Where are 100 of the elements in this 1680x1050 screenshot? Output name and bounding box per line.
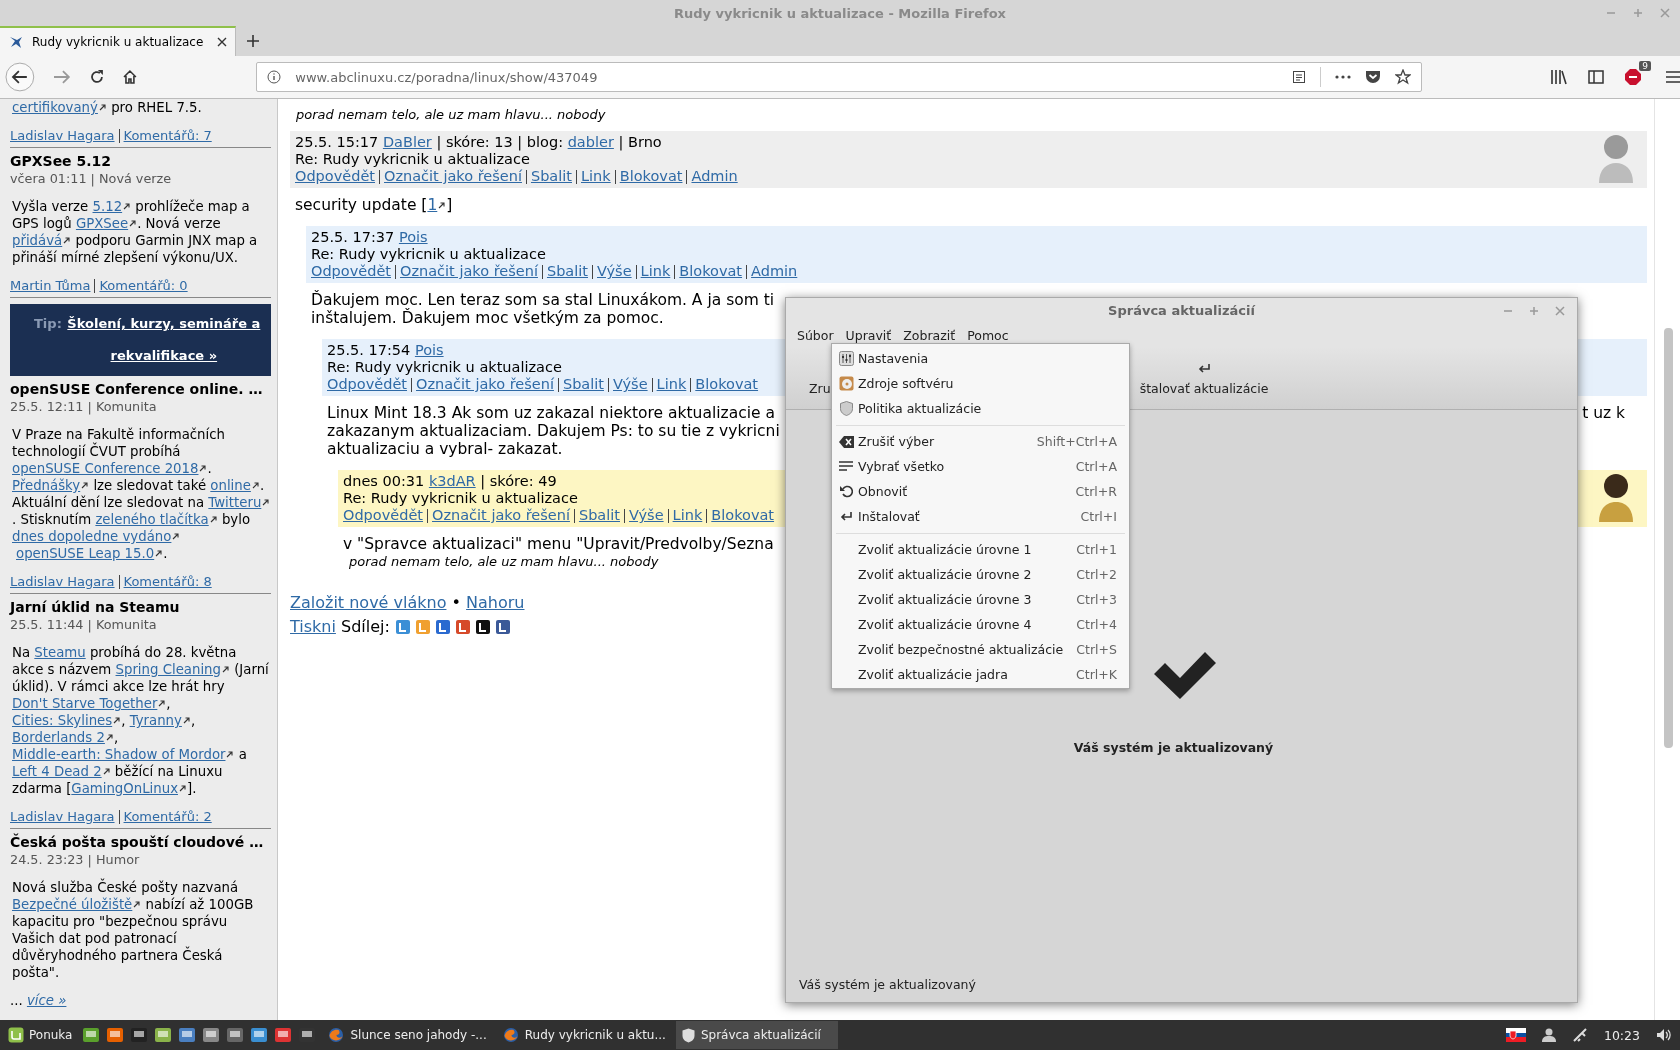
link[interactable]: Cities: Skylines: [12, 713, 113, 728]
user-icon[interactable]: [1541, 1028, 1556, 1042]
menu-item[interactable]: Zdroje softvéru: [835, 376, 954, 391]
link[interactable]: GamingOnLinux: [71, 781, 178, 796]
action-link[interactable]: Link: [672, 507, 703, 524]
app-icon[interactable]: [178, 1026, 197, 1044]
app-icon[interactable]: [250, 1026, 269, 1044]
action-link[interactable]: Link: [581, 168, 611, 185]
action-link[interactable]: Odpovědět: [343, 507, 423, 524]
action-link[interactable]: Označit jako řešení: [432, 507, 570, 524]
more-link[interactable]: více »: [26, 993, 67, 1008]
comments-link[interactable]: Komentářů: 2: [123, 808, 212, 825]
menu-item[interactable]: Zvoliť aktualizácie jadra: [835, 667, 1008, 682]
action-link[interactable]: Link: [640, 263, 671, 280]
author-link[interactable]: Martin Tůma: [10, 277, 91, 294]
info-icon[interactable]: [267, 70, 282, 84]
volume-icon[interactable]: [1656, 1028, 1672, 1042]
link[interactable]: Nahoru: [466, 591, 525, 615]
menu-item[interactable]: Inštalovať: [835, 509, 920, 524]
user-link[interactable]: Pois: [414, 342, 444, 358]
user-link[interactable]: DaBler: [382, 134, 432, 150]
new-tab-icon[interactable]: [246, 34, 260, 48]
taskbar-button[interactable]: Slunce seno jahody -...: [322, 1021, 493, 1049]
link[interactable]: Založit nové vlákno: [290, 591, 447, 615]
more-icon[interactable]: [1335, 75, 1351, 79]
action-link[interactable]: Výše: [613, 376, 648, 393]
menu-item[interactable]: Politika aktualizácie: [835, 401, 982, 416]
link[interactable]: Middle-earth: Shadow of Mordor: [12, 747, 226, 762]
link[interactable]: přidává: [12, 233, 63, 248]
pocket-icon[interactable]: [1365, 69, 1381, 85]
comments-link[interactable]: Komentářů: 7: [123, 127, 212, 144]
action-link[interactable]: Sbalit: [562, 376, 604, 393]
toolbar-button[interactable]: Zru: [809, 381, 831, 396]
menu-item[interactable]: Zvoliť aktualizácie úrovne 2: [835, 567, 1032, 582]
menu-item[interactable]: Pomoc: [961, 327, 1015, 343]
menu-item[interactable]: Súbor: [791, 327, 840, 343]
menu-item[interactable]: Zobraziť: [897, 327, 962, 343]
menu-item[interactable]: Zrušiť výber: [835, 434, 935, 449]
address-field[interactable]: www.abclinuxu.cz/poradna/linux/show/437049: [256, 62, 1422, 92]
share-icon[interactable]: [475, 619, 491, 635]
user-link[interactable]: dabler: [567, 134, 614, 150]
reload-icon[interactable]: [88, 69, 105, 85]
action-link[interactable]: Sbalit: [530, 168, 572, 185]
menu-item[interactable]: Upraviť: [839, 327, 898, 343]
author-link[interactable]: Ladislav Hagara: [10, 808, 115, 825]
link[interactable]: 1: [427, 196, 438, 214]
user-link[interactable]: Pois: [398, 229, 428, 245]
link[interactable]: certifikovaný: [12, 100, 98, 115]
link[interactable]: online: [210, 478, 251, 493]
menu-item[interactable]: Vybrať všetko: [835, 459, 945, 474]
action-link[interactable]: Admin: [751, 263, 798, 280]
menu-item[interactable]: Zvoliť aktualizácie úrovne 3: [835, 592, 1032, 607]
link[interactable]: Don't Starve Together: [12, 696, 158, 711]
link[interactable]: Spring Cleaning: [115, 662, 221, 677]
comments-link[interactable]: Komentářů: 8: [123, 573, 212, 590]
action-link[interactable]: Označit jako řešení: [384, 168, 522, 185]
action-link[interactable]: Výše: [629, 507, 664, 524]
ad-link[interactable]: Školení, kurzy, semináře a rekvalifikace »: [65, 308, 262, 372]
link[interactable]: 5.12: [92, 199, 123, 214]
action-link[interactable]: Výše: [597, 263, 632, 280]
link[interactable]: Přednášky: [12, 478, 81, 493]
menu-item[interactable]: Zvoliť aktualizácie úrovne 1: [835, 542, 1032, 557]
action-link[interactable]: Blokovat: [619, 168, 683, 185]
action-link[interactable]: Označit jako řešení: [400, 263, 538, 280]
menu-item[interactable]: Obnoviť: [835, 484, 908, 499]
action-link[interactable]: Blokovat: [711, 507, 775, 524]
link[interactable]: Tiskni: [290, 615, 336, 639]
menu-item[interactable]: Nastavenia: [835, 351, 929, 366]
scrollbar[interactable]: [1664, 328, 1673, 748]
action-link[interactable]: Odpovědět: [295, 168, 375, 185]
start-menu-button[interactable]: Ponuka: [0, 1027, 83, 1043]
taskbar-button[interactable]: Rudy vykricnik u aktu...: [496, 1021, 672, 1049]
action-link[interactable]: Blokovat: [679, 263, 743, 280]
star-icon[interactable]: [1395, 69, 1411, 85]
menu-icon[interactable]: [1666, 71, 1680, 83]
action-link[interactable]: Sbalit: [578, 507, 620, 524]
link[interactable]: Steamu: [34, 645, 86, 660]
link[interactable]: openSUSE Leap 15.0: [16, 546, 155, 561]
menu-item[interactable]: Zvoliť bezpečnostné aktualizácie: [835, 642, 1064, 657]
stop-sign-icon[interactable]: [1624, 68, 1642, 86]
close-icon[interactable]: [217, 37, 227, 47]
link[interactable]: Bezpečné úložiště: [12, 897, 133, 912]
link[interactable]: Tyranny: [129, 713, 182, 728]
home-icon[interactable]: [122, 69, 139, 85]
action-link[interactable]: Link: [656, 376, 687, 393]
toolbar-button[interactable]: štalovať aktualizácie: [1139, 363, 1269, 396]
action-link[interactable]: Označit jako řešení: [416, 376, 554, 393]
link[interactable]: Twitteru: [208, 495, 262, 510]
share-icon[interactable]: [495, 619, 511, 635]
link[interactable]: Left 4 Dead 2: [12, 764, 102, 779]
action-link[interactable]: Odpovědět: [311, 263, 391, 280]
back-button[interactable]: [5, 62, 35, 92]
clock[interactable]: 10:23: [1603, 1027, 1640, 1043]
action-link[interactable]: Blokovat: [695, 376, 759, 393]
flag-icon[interactable]: [1505, 1028, 1526, 1042]
link[interactable]: zeleného tlačítka: [95, 512, 209, 527]
link[interactable]: Borderlands 2: [12, 730, 105, 745]
action-link[interactable]: Admin: [691, 168, 738, 185]
author-link[interactable]: Ladislav Hagara: [10, 127, 115, 144]
action-link[interactable]: Sbalit: [546, 263, 588, 280]
